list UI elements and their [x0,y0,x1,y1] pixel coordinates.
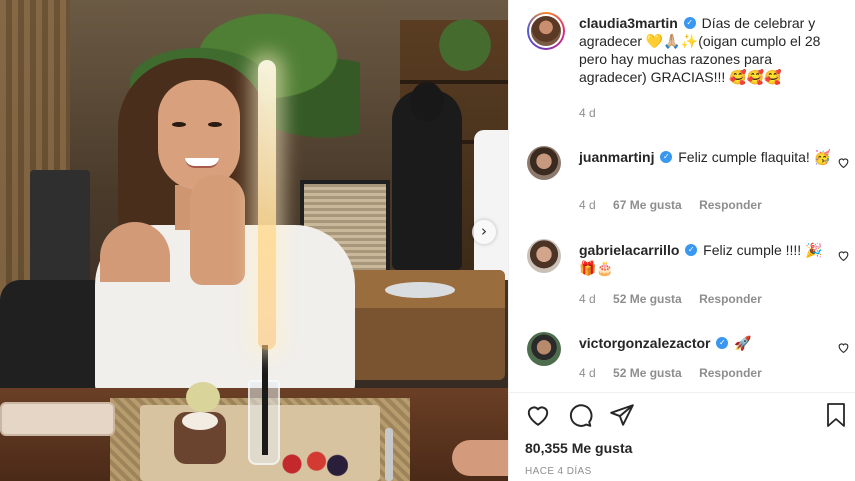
woman-face [158,80,240,190]
reply-button[interactable]: Responder [699,366,762,380]
verified-icon: ✓ [660,151,673,164]
sparkler [258,60,276,350]
bookmark-icon[interactable] [824,402,848,433]
post-side-panel: claudia3martin ✓ Días de celebrar y agra… [508,0,855,481]
caption: claudia3martin ✓ Días de celebrar y agra… [579,14,834,86]
ice-cream [186,382,220,412]
comment-text: Feliz cumple flaquita! 🥳 [678,149,832,165]
comment-username[interactable]: gabrielacarrillo [579,242,679,258]
avatar-claudia3martin[interactable] [527,12,565,50]
woman-smile [185,158,219,168]
comment-time[interactable]: 4 d [579,366,596,380]
candle [262,345,268,455]
comment-meta: 4 d 52 Me gusta Responder [579,292,776,306]
praying-hands [190,175,245,285]
caption-meta: 4 d [579,106,610,120]
comment-text: 🚀 [734,335,752,351]
likes-count[interactable]: 80,355 Me gusta [525,440,632,456]
avatar-gabrielacarrillo[interactable] [527,239,561,273]
comment-likes[interactable]: 67 Me gusta [613,198,682,212]
avatar-victorgonzalezactor[interactable] [527,332,561,366]
woman-eye [208,122,222,127]
comment-meta: 4 d 52 Me gusta Responder [579,366,776,380]
background-plant [420,0,508,90]
avatar-juanmartinj[interactable] [527,146,561,180]
smartphone [0,402,115,436]
comment-username[interactable]: juanmartinj [579,149,654,165]
hand [452,440,508,476]
comment-meta: 4 d 67 Me gusta Responder [579,198,776,212]
heart-icon[interactable] [525,402,551,433]
reply-button[interactable]: Responder [699,198,762,212]
comment: juanmartinj ✓ Feliz cumple flaquita! 🥳 [579,148,834,166]
comment-like-heart-icon[interactable] [837,249,851,263]
caption-time[interactable]: 4 d [579,106,596,120]
reply-button[interactable]: Responder [699,292,762,306]
cake-icing [182,412,218,430]
comment-icon[interactable] [567,402,593,433]
berries [278,450,348,478]
carousel-next-button[interactable]: › [472,220,496,244]
comment-likes[interactable]: 52 Me gusta [613,292,682,306]
waiter-arm [474,130,508,280]
verified-icon: ✓ [685,244,698,257]
verified-icon: ✓ [716,337,729,350]
comment: victorgonzalezactor ✓ 🚀 [579,334,834,352]
comment-likes[interactable]: 52 Me gusta [613,366,682,380]
posted-time[interactable]: HACE 4 DÍAS [525,466,592,477]
comment-like-heart-icon[interactable] [837,156,851,170]
fork [385,428,393,481]
woman-eye [172,122,186,127]
comment-time[interactable]: 4 d [579,198,596,212]
comments-scroll[interactable]: claudia3martin ✓ Días de celebrar y agra… [509,0,855,392]
waiter-head [410,82,444,122]
author-username[interactable]: claudia3martin [579,15,678,31]
verified-icon: ✓ [683,17,696,30]
comment-time[interactable]: 4 d [579,292,596,306]
comment-username[interactable]: victorgonzalezactor [579,335,710,351]
post-photo[interactable]: › [0,0,508,481]
comment: gabrielacarrillo ✓ Feliz cumple !!!! 🎉🎁🎂 [579,241,834,277]
paper-plane-icon[interactable] [609,402,635,433]
comment-like-heart-icon[interactable] [837,341,851,355]
plate [385,282,455,298]
